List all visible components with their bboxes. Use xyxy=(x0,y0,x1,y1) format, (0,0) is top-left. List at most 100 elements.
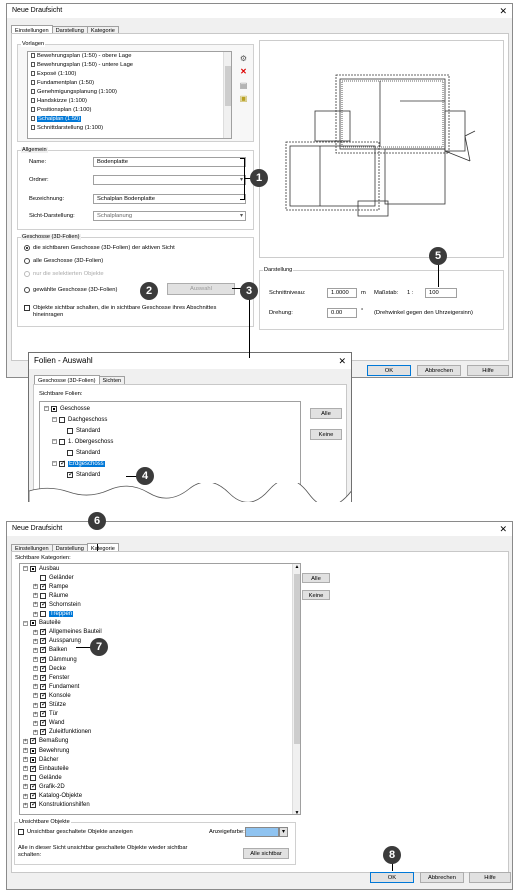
expand-icon[interactable]: + xyxy=(23,775,28,781)
category-checkbox[interactable] xyxy=(30,736,37,745)
bezeichnung-field[interactable]: Schalplan Bodenplatte xyxy=(93,194,246,204)
tree-node[interactable]: + Allgemeines Bauteil xyxy=(33,627,102,636)
name-field[interactable]: Bodenplatte xyxy=(93,157,246,167)
list-item[interactable]: Bewehrungsplan (1:50) - untere Lage xyxy=(31,62,133,68)
category-checkbox[interactable] xyxy=(40,700,47,708)
list-item-selected[interactable]: Schalplan (1:50) xyxy=(31,116,82,122)
tree-node[interactable]: + Rampe xyxy=(33,582,68,590)
expand-icon[interactable]: + xyxy=(33,684,38,690)
expand-icon[interactable]: + xyxy=(33,720,38,726)
tree-node[interactable]: + Tür xyxy=(33,709,58,718)
open-folder-icon[interactable]: ⚙ xyxy=(239,54,248,63)
hilfe-button[interactable]: Hilfe xyxy=(467,365,509,376)
list-item[interactable]: Handskizze (1:100) xyxy=(31,98,87,104)
tree-node[interactable]: Standard xyxy=(67,427,100,434)
tree-node[interactable]: + Aussparung xyxy=(33,636,81,645)
tree-node[interactable]: + Zuleitfunktionen xyxy=(33,727,91,736)
tree-node[interactable]: Standard xyxy=(67,449,100,456)
unsichtbar-anzeigen-checkbox[interactable] xyxy=(18,829,24,835)
expand-icon[interactable]: + xyxy=(33,584,38,590)
category-checkbox[interactable] xyxy=(40,600,47,608)
tree-node-selected[interactable]: −Erdgeschoss xyxy=(52,459,105,467)
radio-alle-geschosse[interactable] xyxy=(24,258,30,264)
scrollbar[interactable] xyxy=(223,52,231,138)
tree-node[interactable]: + Dämmung xyxy=(33,655,77,663)
tree-node[interactable]: −1. Obergeschoss xyxy=(52,438,113,445)
tree-node[interactable]: + Räume xyxy=(33,592,68,599)
expand-icon[interactable]: + xyxy=(23,784,28,790)
folien-alle-button[interactable]: Alle xyxy=(310,408,342,419)
scroll-up-icon[interactable]: ▲ xyxy=(293,564,300,570)
category-checkbox[interactable] xyxy=(40,691,47,699)
ok-button[interactable]: OK xyxy=(367,365,411,376)
kategorie-keine-button[interactable]: Keine xyxy=(302,590,330,600)
category-checkbox[interactable] xyxy=(40,611,46,617)
tree-node[interactable]: + Dächer xyxy=(23,756,58,763)
close-icon[interactable]: ✕ xyxy=(499,4,507,18)
close-icon[interactable]: ✕ xyxy=(338,353,346,369)
tree-node[interactable]: + Decke xyxy=(33,664,66,672)
tree-node[interactable]: + Bemaßung xyxy=(23,736,68,745)
category-checkbox[interactable] xyxy=(40,727,47,736)
tree-node[interactable]: + Konsole xyxy=(33,691,71,699)
vorlagen-list[interactable]: Bewehrungsplan (1:50) - obere Lage Beweh… xyxy=(27,51,232,139)
expand-icon[interactable]: + xyxy=(33,711,38,717)
ordner-dropdown[interactable] xyxy=(93,175,246,185)
list-item[interactable]: Positionsplan (1:100) xyxy=(31,107,91,113)
expand-icon[interactable]: + xyxy=(23,793,28,799)
tree-node[interactable]: + Katalog-Objekte xyxy=(23,791,82,800)
category-checkbox[interactable] xyxy=(30,764,37,772)
massstab-field[interactable]: 100 xyxy=(425,288,457,298)
category-checkbox[interactable] xyxy=(40,664,47,672)
delete-icon[interactable]: ✕ xyxy=(239,67,248,76)
category-checkbox[interactable] xyxy=(30,791,37,799)
expand-icon[interactable]: + xyxy=(33,729,38,735)
radio-gewaehlte-geschosse[interactable] xyxy=(24,287,30,293)
tree-node[interactable]: − Dachgeschoss xyxy=(52,416,107,423)
anzeigefarbe-swatch[interactable] xyxy=(245,827,279,837)
expand-icon[interactable]: + xyxy=(23,757,28,763)
tree-node[interactable]: Geländer xyxy=(33,574,74,581)
list-item[interactable]: Fundamentplan (1:50) xyxy=(31,80,94,86)
tree-node[interactable]: Standard xyxy=(67,470,100,478)
expand-icon[interactable]: + xyxy=(33,602,38,608)
hineinragen-checkbox[interactable] xyxy=(24,305,30,311)
tree-node[interactable]: + Konstruktionshilfen xyxy=(23,800,90,809)
expand-icon[interactable]: + xyxy=(23,748,28,753)
expand-icon[interactable]: + xyxy=(33,638,38,644)
expand-icon[interactable]: + xyxy=(33,629,38,635)
category-checkbox[interactable] xyxy=(30,782,37,790)
save-icon[interactable]: ▤ xyxy=(239,81,248,90)
category-checkbox[interactable] xyxy=(40,655,47,663)
scrollbar[interactable]: ▲ ▼ xyxy=(292,564,300,814)
schnittniveau-field[interactable]: 1.0000 xyxy=(327,288,357,298)
list-item[interactable]: Schnittdarstellung (1:100) xyxy=(31,125,103,131)
import-icon[interactable]: ▣ xyxy=(239,94,248,103)
category-checkbox[interactable] xyxy=(30,756,36,763)
list-item[interactable]: Bewehrungsplan (1:50) - obere Lage xyxy=(31,53,131,59)
list-item[interactable]: Genehmigungsplanung (1:100) xyxy=(31,89,117,95)
tree-node[interactable]: − Geschosse xyxy=(44,405,90,412)
collapse-icon[interactable]: − xyxy=(23,620,28,626)
category-checkbox[interactable] xyxy=(40,673,47,681)
expand-icon[interactable]: + xyxy=(33,675,38,681)
kategorie-alle-button[interactable]: Alle xyxy=(302,573,330,583)
category-checkbox[interactable] xyxy=(40,718,47,727)
expand-icon[interactable]: + xyxy=(33,647,38,653)
tree-node[interactable]: + Gelände xyxy=(23,774,62,781)
category-checkbox[interactable] xyxy=(40,627,47,636)
scroll-thumb[interactable] xyxy=(294,574,300,744)
tree-node-selected[interactable]: + Treppen xyxy=(33,611,74,618)
ok-button[interactable]: OK xyxy=(370,872,414,883)
category-checkbox[interactable] xyxy=(30,774,36,781)
tree-node[interactable]: + Bewehrung xyxy=(23,747,69,754)
tree-node[interactable]: + Einbauteile xyxy=(23,764,69,772)
collapse-icon[interactable]: − xyxy=(23,566,28,571)
tree-node[interactable]: − Bauteile xyxy=(23,620,61,627)
expand-icon[interactable]: + xyxy=(33,702,38,708)
category-checkbox[interactable] xyxy=(30,565,36,572)
expand-icon[interactable]: + xyxy=(23,766,28,772)
tree-node[interactable]: + Stütze xyxy=(33,700,66,709)
expand-icon[interactable]: + xyxy=(33,657,38,662)
expand-icon[interactable]: + xyxy=(23,802,28,808)
